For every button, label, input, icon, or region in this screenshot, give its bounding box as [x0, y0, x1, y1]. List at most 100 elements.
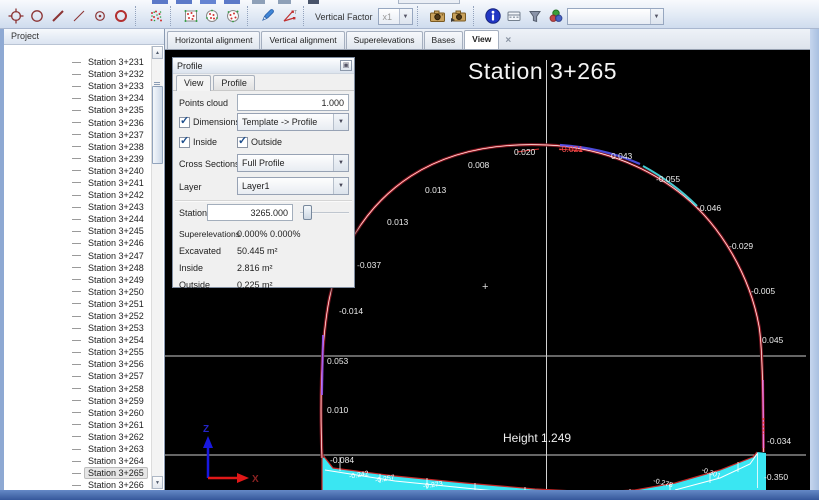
station-tree[interactable]: Station 3+231Station 3+232Station 3+233S…	[4, 46, 150, 490]
angle-measure-icon[interactable]: T	[278, 5, 299, 26]
profile-panel: Profile ▣ View Profile Points cloud ✓ Di…	[172, 57, 355, 288]
layer-label: Layer	[179, 182, 202, 192]
pen-icon[interactable]	[257, 5, 278, 26]
tree-item-station[interactable]: Station 3+234	[4, 92, 150, 104]
tree-item-station[interactable]: Station 3+236	[4, 116, 150, 128]
tab-superelevations[interactable]: Superelevations	[346, 31, 423, 49]
snapshot-export-icon[interactable]	[448, 5, 469, 26]
tree-item-station[interactable]: Station 3+251	[4, 298, 150, 310]
tree-item-station[interactable]: Station 3+260	[4, 407, 150, 419]
tree-item-label: Station 3+234	[84, 92, 148, 104]
tree-item-station[interactable]: Station 3+239	[4, 153, 150, 165]
tree-item-station[interactable]: Station 3+255	[4, 346, 150, 358]
tree-branch-line	[72, 158, 81, 159]
tree-item-label: Station 3+231	[84, 56, 148, 68]
tree-item-station[interactable]: Station 3+246	[4, 237, 150, 249]
points-in-box-icon[interactable]	[180, 5, 201, 26]
inside-checkbox[interactable]: ✓	[179, 137, 190, 148]
points-cloud-input[interactable]	[237, 94, 349, 111]
tree-item-station[interactable]: Station 3+235	[4, 104, 150, 116]
vertical-factor-select[interactable]: x1 ▼	[378, 8, 413, 25]
dimension-label: -0.055	[656, 174, 680, 184]
tree-item-station[interactable]: Station 3+259	[4, 395, 150, 407]
tree-item-station[interactable]: Station 3+248	[4, 262, 150, 274]
tree-item-station[interactable]: Station 3+241	[4, 177, 150, 189]
tree-item-label: Station 3+238	[84, 141, 148, 153]
tab-vertical-alignment[interactable]: Vertical alignment	[261, 31, 344, 49]
tree-item-station[interactable]: Station 3+250	[4, 286, 150, 298]
tab-profile[interactable]: Profile	[213, 75, 255, 90]
panel-dock-icon[interactable]: ▣	[340, 60, 352, 71]
tree-item-station[interactable]: Station 3+233	[4, 80, 150, 92]
tree-item-station[interactable]: Station 3+257	[4, 370, 150, 382]
tree-item-station[interactable]: Station 3+263	[4, 443, 150, 455]
tab-view[interactable]: View	[464, 30, 499, 49]
info-icon[interactable]	[483, 5, 504, 26]
snapshot-icon[interactable]	[427, 5, 448, 26]
tree-item-station[interactable]: Station 3+261	[4, 419, 150, 431]
dimension-label: -0.350	[764, 472, 788, 482]
tree-scrollbar[interactable]: ▲ ▼	[151, 46, 163, 489]
tree-item-station[interactable]: Station 3+266	[4, 479, 150, 490]
tree-item-station[interactable]: Station 3+258	[4, 383, 150, 395]
tab-view[interactable]: View	[176, 75, 211, 91]
tree-item-station[interactable]: Station 3+265	[4, 467, 150, 479]
tree-item-station[interactable]: Station 3+245	[4, 225, 150, 237]
color-groups-icon[interactable]	[546, 5, 567, 26]
tree-item-label: Station 3+232	[84, 68, 148, 80]
tree-item-station[interactable]: Station 3+247	[4, 250, 150, 262]
scroll-thumb[interactable]	[152, 86, 163, 164]
tree-item-station[interactable]: Station 3+264	[4, 455, 150, 467]
view-filter-select[interactable]: ▼	[567, 8, 664, 25]
station-input[interactable]	[207, 204, 293, 221]
tree-item-station[interactable]: Station 3+253	[4, 322, 150, 334]
dimensions-checkbox[interactable]: ✓	[179, 117, 190, 128]
points-cloud-icon[interactable]	[145, 5, 166, 26]
tab-close-icon[interactable]: ×	[505, 35, 511, 46]
tree-item-station[interactable]: Station 3+232	[4, 68, 150, 80]
tree-item-station[interactable]: Station 3+237	[4, 129, 150, 141]
tree-item-station[interactable]: Station 3+238	[4, 141, 150, 153]
dimensions-select[interactable]: Template -> Profile ▼	[237, 113, 349, 131]
tree-item-station[interactable]: Station 3+262	[4, 431, 150, 443]
tree-item-label: Station 3+245	[84, 225, 148, 237]
tree-item-station[interactable]: Station 3+256	[4, 358, 150, 370]
circle-icon[interactable]	[26, 5, 47, 26]
tab-horizontal-alignment[interactable]: Horizontal alignment	[167, 31, 260, 49]
crosshair-circle-icon[interactable]	[5, 5, 26, 26]
properties-panel-icon[interactable]	[504, 5, 525, 26]
tree-item-station[interactable]: Station 3+242	[4, 189, 150, 201]
profile-panel-titlebar[interactable]: Profile ▣	[173, 58, 354, 74]
window-frame-right	[810, 29, 819, 500]
tree-item-station[interactable]: Station 3+244	[4, 213, 150, 225]
toolbar-cut-icon	[224, 0, 240, 4]
outside-checkbox[interactable]: ✓	[237, 137, 248, 148]
tree-item-label: Station 3+262	[84, 431, 148, 443]
tree-item-station[interactable]: Station 3+231	[4, 56, 150, 68]
tree-branch-line	[72, 62, 81, 63]
scroll-down-button[interactable]: ▼	[152, 476, 163, 489]
tree-item-station[interactable]: Station 3+240	[4, 165, 150, 177]
scroll-up-button[interactable]: ▲	[152, 46, 163, 59]
station-slider-thumb[interactable]	[303, 205, 312, 220]
chevron-down-icon: ▼	[399, 9, 412, 24]
tree-item-station[interactable]: Station 3+249	[4, 274, 150, 286]
points-in-circle-alt-icon[interactable]	[222, 5, 243, 26]
cross-sections-select[interactable]: Full Profile ▼	[237, 154, 349, 172]
points-in-circle-icon[interactable]	[201, 5, 222, 26]
tree-branch-line	[72, 436, 81, 437]
tunnel-profile-outline	[321, 145, 763, 458]
circle-bold-icon[interactable]	[110, 5, 131, 26]
circle-center-point-icon[interactable]	[89, 5, 110, 26]
tree-item-label: Station 3+266	[84, 479, 148, 490]
tree-item-station[interactable]: Station 3+252	[4, 310, 150, 322]
dimension-label: 0.013	[387, 217, 408, 227]
filter-icon[interactable]	[525, 5, 546, 26]
line-thick-icon[interactable]	[47, 5, 68, 26]
line-thin-icon[interactable]	[68, 5, 89, 26]
tab-bases[interactable]: Bases	[424, 31, 464, 49]
axis-x-label: X	[252, 474, 259, 485]
layer-select[interactable]: Layer1 ▼	[237, 177, 349, 195]
tree-item-station[interactable]: Station 3+243	[4, 201, 150, 213]
tree-item-station[interactable]: Station 3+254	[4, 334, 150, 346]
